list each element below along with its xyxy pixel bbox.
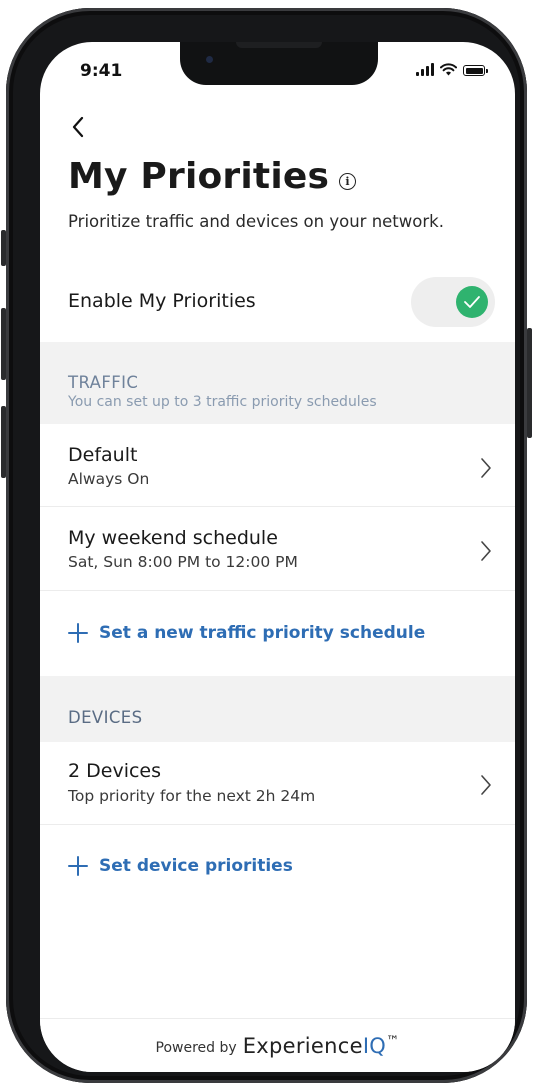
set-device-priorities-button[interactable]: Set device priorities [68,856,293,876]
cellular-signal-icon [416,63,434,76]
status-icons [416,63,488,76]
info-icon[interactable]: i [339,173,357,190]
page-title: My Priorities i [68,156,357,197]
notch [180,42,378,85]
brand-logo: ExperienceIQ™ [243,1034,400,1058]
row-divider [40,590,515,591]
checkmark-icon [464,296,480,308]
powered-by-footer: Powered by ExperienceIQ™ [40,1018,515,1072]
brand-accent: IQ [362,1034,387,1058]
phone-frame: 9:41 My Priorities i Prioritize traffic … [1,8,532,1083]
wifi-icon [440,63,457,76]
traffic-schedule-row-default[interactable]: Default Always On [40,424,515,507]
chevron-right-icon [481,541,491,561]
toggle-knob [456,286,488,318]
plus-icon [68,856,88,876]
back-button[interactable] [66,114,92,140]
chevron-left-icon [72,116,84,138]
add-traffic-schedule-label: Set a new traffic priority schedule [99,623,426,643]
battery-icon [463,65,488,76]
silent-switch [1,230,6,266]
schedule-title: Default [68,444,138,466]
schedule-title: My weekend schedule [68,527,278,549]
volume-down-button [1,406,6,478]
app-screen: 9:41 My Priorities i Prioritize traffic … [40,42,515,1072]
set-device-priorities-label: Set device priorities [99,856,293,876]
chevron-right-icon [481,458,491,478]
camera-icon [206,56,213,63]
traffic-section-title: TRAFFIC [68,373,139,392]
volume-up-button [1,308,6,380]
traffic-section-header: TRAFFIC You can set up to 3 traffic prio… [40,342,515,424]
chevron-right-icon [481,775,491,795]
traffic-schedule-row-weekend[interactable]: My weekend schedule Sat, Sun 8:00 PM to … [40,507,515,591]
brand-main: Experience [242,1034,363,1058]
enable-priorities-label: Enable My Priorities [68,290,256,312]
trademark-mark: ™ [386,1034,400,1049]
enable-priorities-row: Enable My Priorities [40,272,515,338]
schedule-detail: Always On [68,470,150,488]
device-priority-detail: Top priority for the next 2h 24m [68,787,316,805]
page-subtitle: Prioritize traffic and devices on your n… [68,212,444,231]
traffic-section-note: You can set up to 3 traffic priority sch… [68,394,377,410]
powered-by-text: Powered by [155,1039,237,1056]
enable-priorities-toggle[interactable] [411,277,495,327]
devices-section-header: DEVICES [40,676,515,742]
plus-icon [68,623,88,643]
schedule-detail: Sat, Sun 8:00 PM to 12:00 PM [68,553,298,571]
status-time: 9:41 [80,61,123,81]
devices-section-title: DEVICES [68,708,143,727]
page-title-text: My Priorities [68,156,330,197]
power-button [527,328,532,438]
add-traffic-schedule-button[interactable]: Set a new traffic priority schedule [68,623,425,643]
row-divider [40,824,515,825]
device-count-title: 2 Devices [68,760,162,782]
device-priority-row[interactable]: 2 Devices Top priority for the next 2h 2… [40,742,515,825]
